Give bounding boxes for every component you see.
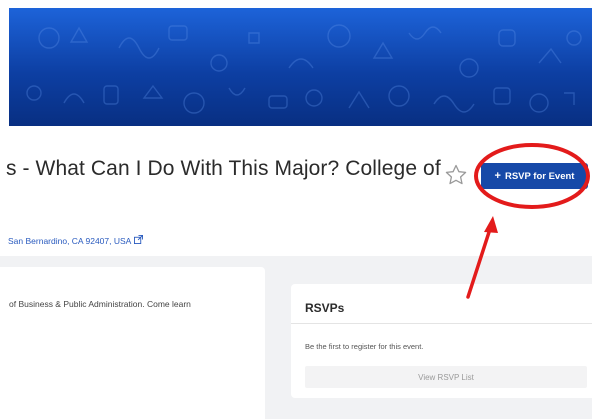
rsvps-divider — [291, 323, 592, 324]
view-rsvp-list-button[interactable]: View RSVP List — [305, 366, 587, 388]
banner-doodle-pattern — [26, 24, 582, 114]
plus-icon: + — [494, 170, 501, 182]
rsvp-for-event-button[interactable]: + RSVP for Event — [481, 163, 588, 189]
star-outline-icon[interactable] — [444, 163, 468, 187]
event-description: of Business & Public Administration. Com… — [9, 299, 191, 309]
event-address-link[interactable]: San Bernardino, CA 92407, USA — [8, 235, 144, 246]
rsvps-heading: RSVPs — [305, 301, 345, 315]
rsvp-button-label: RSVP for Event — [504, 170, 575, 182]
event-title: s - What Can I Do With This Major? Colle… — [6, 157, 441, 180]
rsvps-empty-message: Be the first to register for this event. — [305, 342, 424, 351]
event-banner — [9, 8, 592, 126]
external-link-icon — [134, 235, 144, 244]
description-card — [0, 267, 265, 419]
address-text: San Bernardino, CA 92407, USA — [8, 236, 131, 246]
